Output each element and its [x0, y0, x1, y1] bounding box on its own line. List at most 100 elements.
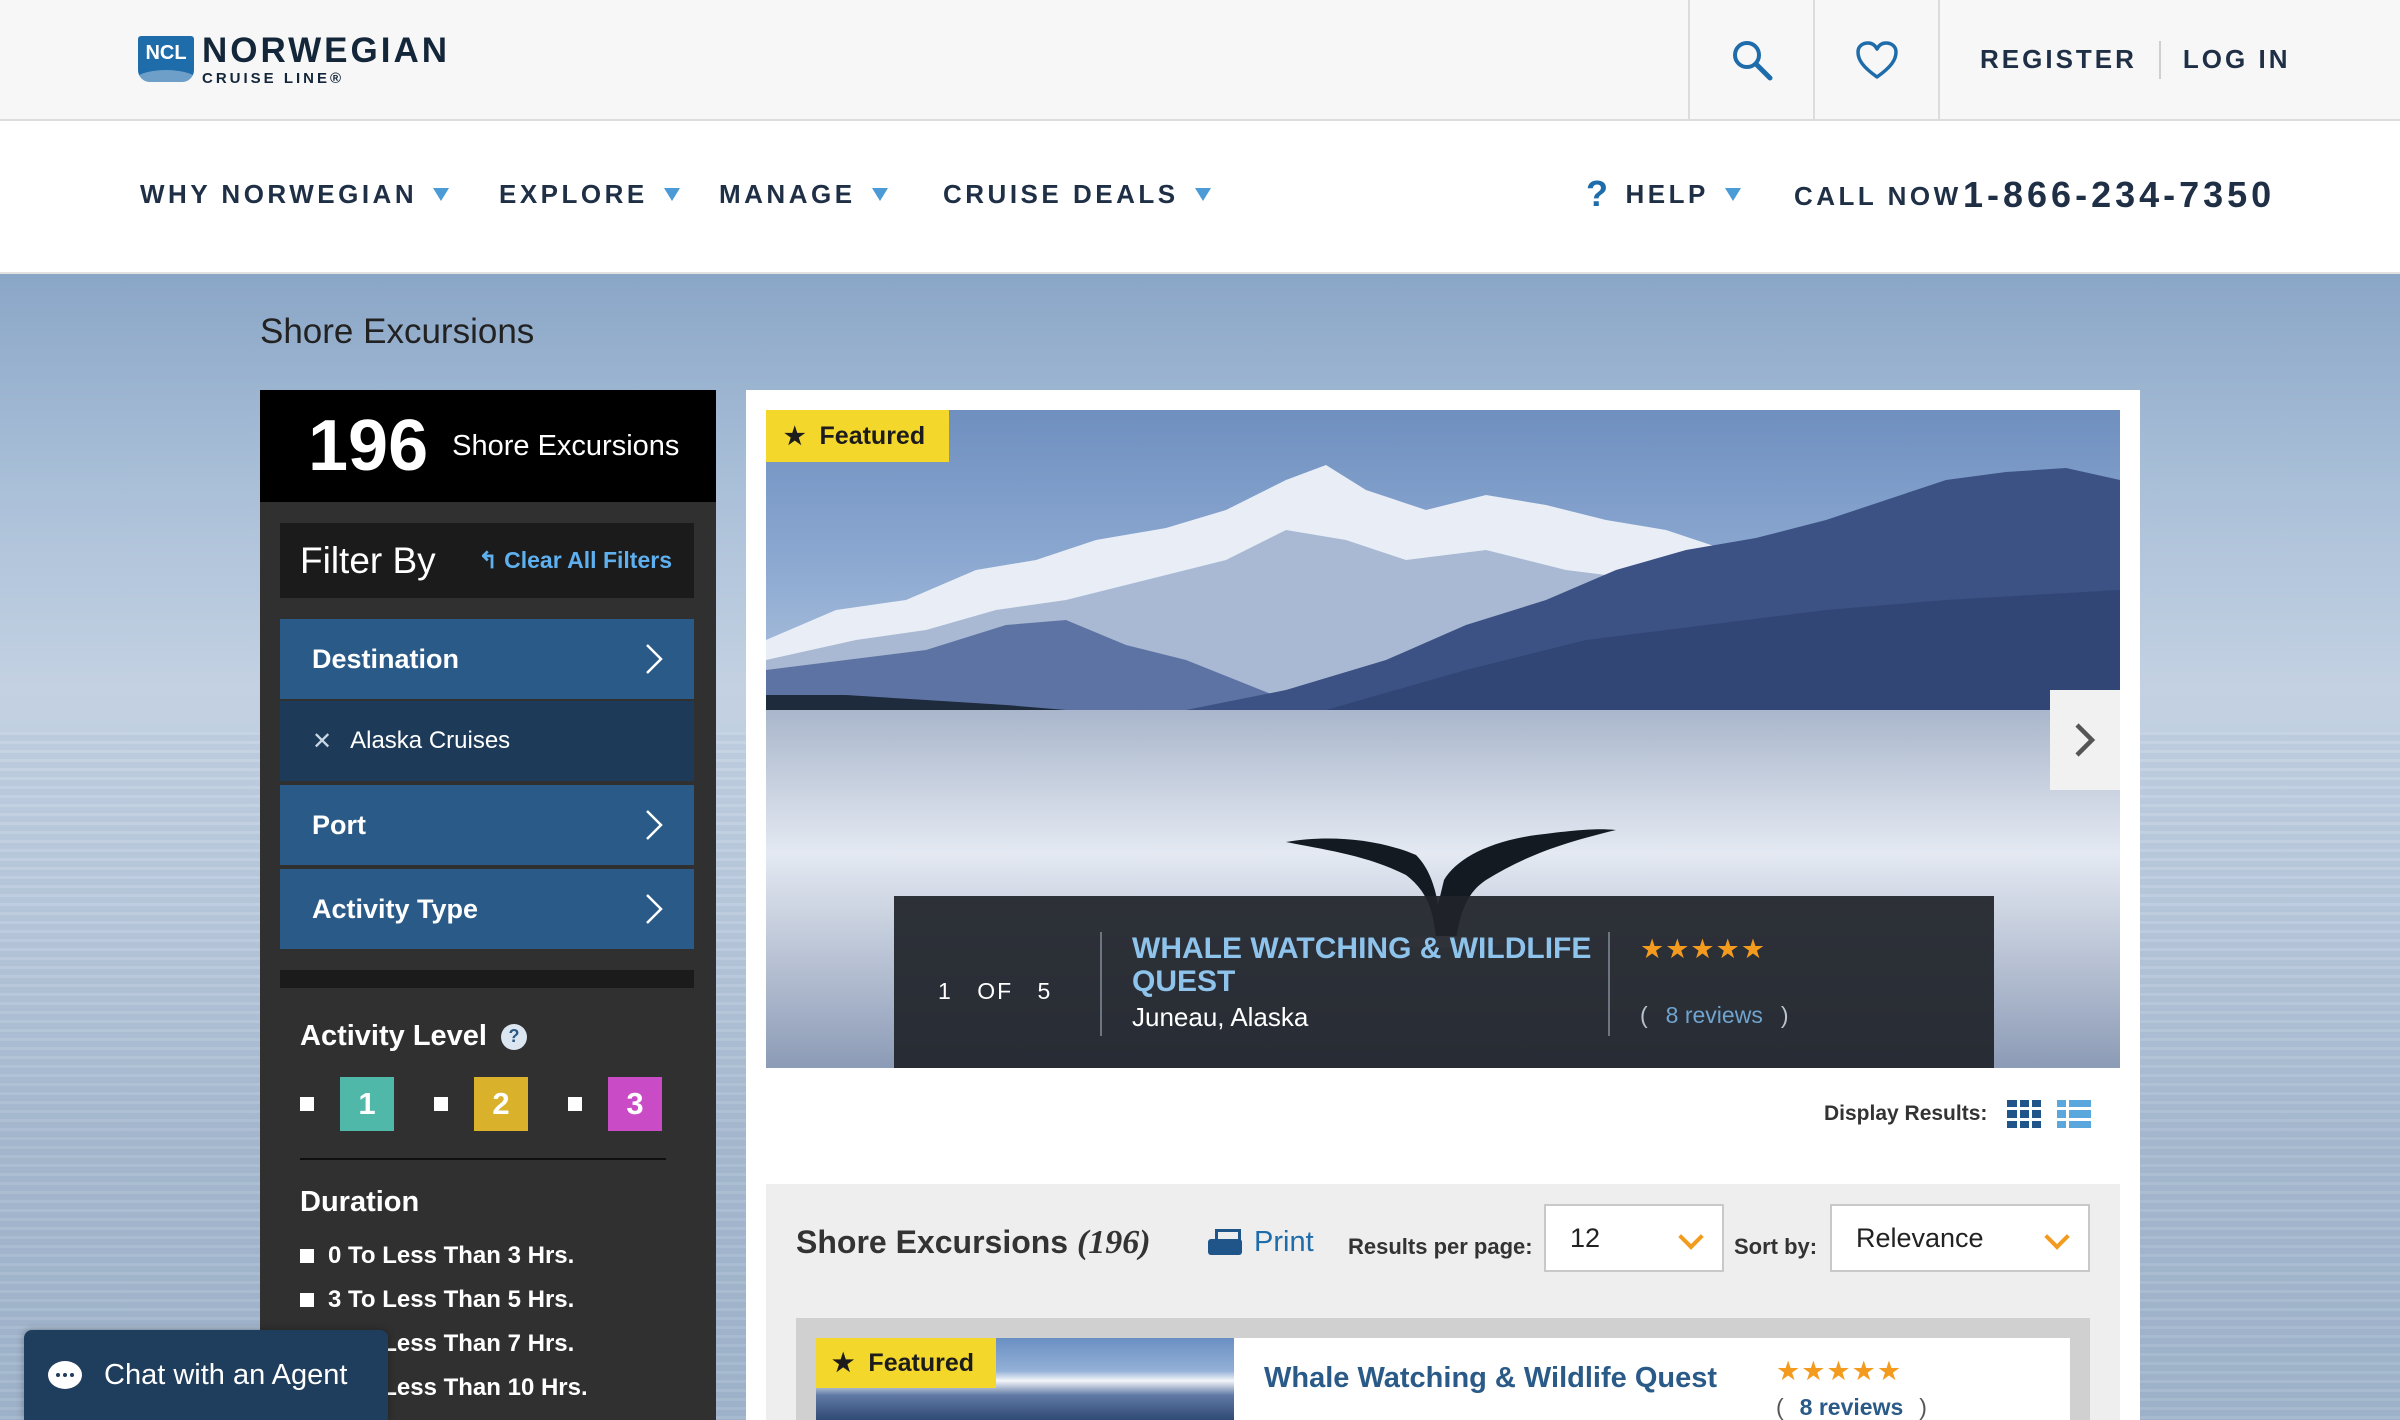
paren: (	[1640, 1002, 1648, 1028]
carousel-next-button[interactable]	[2050, 690, 2120, 790]
dropdown-arrow-icon	[663, 188, 680, 201]
slide-total: 5	[1037, 978, 1053, 1004]
excursion-title-link[interactable]: Whale Watching & Wildlife Quest	[1264, 1362, 1717, 1395]
activity-level-label: Activity Level	[300, 1020, 487, 1052]
search-button[interactable]	[1688, 0, 1813, 119]
caption-divider	[1608, 932, 1610, 1036]
excursion-title-link[interactable]: WHALE WATCHING & WILDLIFE QUEST	[1132, 932, 1602, 998]
featured-tag: ★ Featured	[816, 1338, 997, 1388]
main-nav: WHY NORWEGIAN EXPLORE MANAGE CRUISE DEAL…	[0, 121, 2400, 274]
activity-level-options: 1 2 3	[300, 1074, 666, 1134]
featured-carousel[interactable]: ★ Featured 1 OF 5 WHALE WATCHING & WILDL…	[766, 410, 2120, 1068]
chat-with-agent-button[interactable]: Chat with an Agent	[24, 1330, 388, 1420]
register-link[interactable]: REGISTER	[1980, 44, 2137, 75]
nav-manage[interactable]: MANAGE	[719, 179, 888, 210]
page-title: Shore Excursions	[260, 312, 535, 351]
ncl-logo[interactable]: NCL NORWEGIAN CRUISE LINE®	[138, 30, 451, 87]
level-1-checkbox[interactable]	[300, 1097, 314, 1111]
section-divider	[300, 1158, 666, 1160]
sort-select[interactable]: Relevance	[1830, 1204, 2090, 1272]
facet-destination[interactable]: Destination	[280, 619, 694, 699]
dropdown-arrow-icon	[433, 188, 450, 201]
nav-help[interactable]: ? HELP	[1586, 173, 1741, 215]
heart-icon	[1855, 40, 1898, 79]
star-icon: ★	[784, 422, 806, 450]
paren: )	[1780, 1002, 1789, 1028]
chevron-right-icon	[2075, 723, 2096, 757]
chat-label: Chat with an Agent	[104, 1358, 348, 1391]
list-view-icon[interactable]	[2057, 1100, 2092, 1128]
reviews-link[interactable]: 8 reviews	[1800, 1394, 1904, 1420]
results-panel: ★ Featured 1 OF 5 WHALE WATCHING & WILDL…	[746, 390, 2140, 1420]
link-separator	[2158, 40, 2161, 79]
level-2-checkbox[interactable]	[434, 1097, 448, 1111]
per-page-select[interactable]: 12	[1544, 1204, 1724, 1272]
level-3-checkbox[interactable]	[568, 1097, 582, 1111]
chevron-down-icon	[1678, 1224, 1704, 1250]
activity-level-title: Activity Level ?	[300, 1020, 527, 1053]
caption-divider	[1100, 932, 1102, 1036]
printer-icon	[1208, 1228, 1242, 1257]
featured-label: Featured	[868, 1348, 975, 1377]
dropdown-arrow-icon	[1194, 188, 1211, 201]
level-3-badge: 3	[608, 1077, 662, 1131]
print-label: Print	[1254, 1226, 1314, 1258]
slide-of: OF	[977, 978, 1014, 1004]
selected-filter-label: Alaska Cruises	[350, 727, 511, 754]
dropdown-arrow-icon	[1724, 187, 1741, 201]
print-button[interactable]: Print	[1208, 1226, 1314, 1259]
remove-filter-icon[interactable]: ✕	[312, 727, 332, 756]
facet-port[interactable]: Port	[280, 785, 694, 865]
nav-label: EXPLORE	[499, 179, 648, 209]
grid-view-icon[interactable]	[2007, 1100, 2042, 1128]
nav-explore[interactable]: EXPLORE	[499, 179, 680, 210]
help-icon[interactable]: ?	[500, 1023, 527, 1050]
top-bar: NCL NORWEGIAN CRUISE LINE® REGISTER LOG …	[0, 0, 2400, 121]
clear-all-filters-link[interactable]: ↰ Clear All Filters	[478, 547, 672, 574]
header-divider	[1938, 0, 1940, 119]
slide-index: 1	[938, 978, 953, 1004]
sidebar-divider	[280, 970, 694, 988]
search-icon	[1732, 40, 1772, 80]
chevron-down-icon	[2044, 1224, 2070, 1250]
duration-option[interactable]: 0 To Less Than 3 Hrs.	[300, 1242, 574, 1270]
level-2-badge: 2	[474, 1077, 528, 1131]
results-title: Shore Excursions (196)	[796, 1224, 1151, 1262]
paren: )	[1919, 1394, 1927, 1420]
nav-label: CRUISE DEALS	[943, 179, 1179, 209]
chevron-right-icon	[646, 810, 663, 840]
nav-label: HELP	[1625, 178, 1709, 209]
featured-label: Featured	[819, 421, 926, 450]
reviews-link[interactable]: 8 reviews	[1666, 1002, 1763, 1028]
display-results-toggle: Display Results:	[1824, 1100, 2092, 1128]
per-page-label: Results per page:	[1348, 1234, 1533, 1259]
results-toolbar: Shore Excursions (196) Print Results per…	[766, 1184, 2120, 1420]
favorites-button[interactable]	[1813, 0, 1938, 119]
facet-label: Destination	[312, 643, 460, 674]
sort-label: Sort by:	[1734, 1234, 1818, 1259]
excursion-card-body[interactable]: ★ Featured Whale Watching & Wildlife Que…	[816, 1338, 2070, 1420]
filter-sidebar: 196 Shore Excursions Filter By ↰ Clear A…	[260, 390, 716, 1420]
filter-title: Filter By	[300, 539, 436, 581]
login-link[interactable]: LOG IN	[2183, 44, 2291, 75]
nav-cruise-deals[interactable]: CRUISE DEALS	[943, 179, 1211, 210]
chevron-right-icon	[646, 894, 663, 924]
duration-label: 0 To Less Than 3 Hrs.	[328, 1242, 575, 1269]
duration-option[interactable]: 3 To Less Than 5 Hrs.	[300, 1286, 574, 1314]
facet-activity-type[interactable]: Activity Type	[280, 869, 694, 949]
slide-counter: 1 OF 5	[938, 978, 1052, 1005]
facet-label: Activity Type	[312, 893, 479, 924]
duration-label: 3 To Less Than 5 Hrs.	[328, 1286, 575, 1313]
chevron-right-icon	[646, 644, 663, 674]
logo-subtitle: CRUISE LINE®	[202, 69, 345, 87]
results-title-count: (196)	[1076, 1224, 1151, 1261]
filter-header: Filter By ↰ Clear All Filters	[280, 523, 694, 598]
phone-number[interactable]: 1-866-234-7350	[1963, 174, 2275, 216]
nav-label: WHY NORWEGIAN	[140, 179, 418, 209]
nav-why-norwegian[interactable]: WHY NORWEGIAN	[140, 179, 450, 210]
duration-checkbox[interactable]	[300, 1293, 314, 1307]
logo-wordmark: NORWEGIAN	[202, 30, 451, 70]
selected-filter-alaska[interactable]: ✕ Alaska Cruises	[280, 701, 694, 781]
featured-tag: ★ Featured	[766, 410, 950, 462]
duration-checkbox[interactable]	[300, 1249, 314, 1263]
